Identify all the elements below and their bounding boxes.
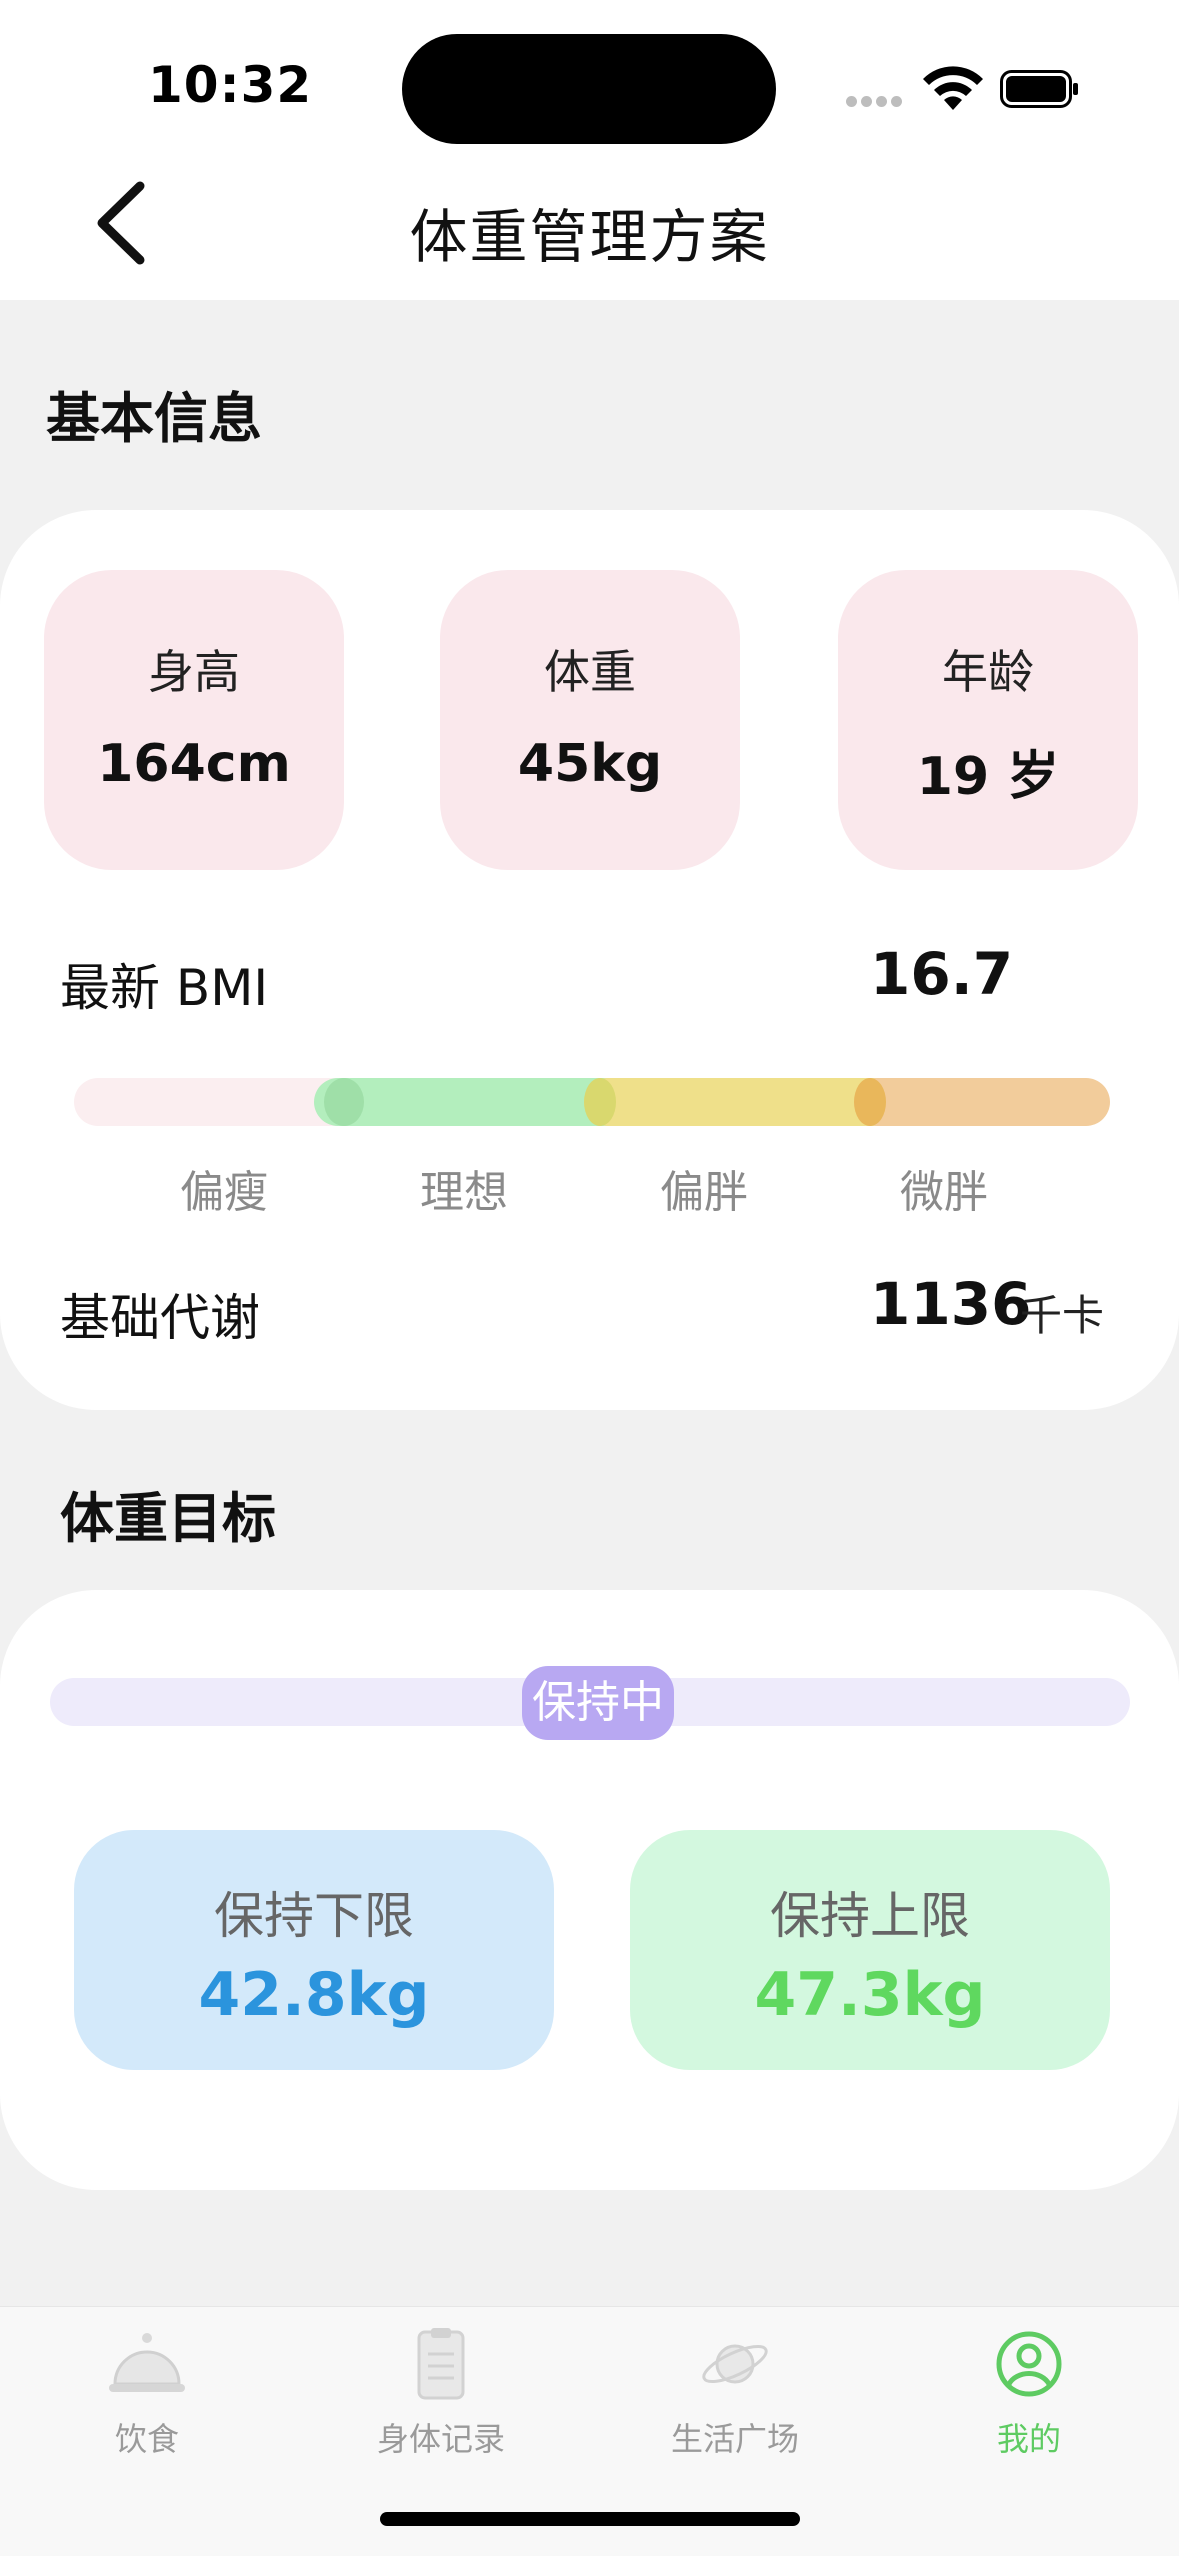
bmr-unit: 千卡 (1020, 1291, 1105, 1340)
bmi-category-ideal: 理想 (420, 1167, 508, 1218)
height-stat: 身高 164cm (44, 570, 344, 870)
basic-info-title: 基本信息 (46, 387, 262, 450)
user-icon (996, 2331, 1062, 2397)
upper-limit-card: 保持上限 47.3kg (630, 1830, 1110, 2070)
upper-limit-label: 保持上限 (770, 1887, 970, 1945)
bmi-segment-obese (854, 1078, 1110, 1126)
upper-limit-value: 47.3kg (754, 1960, 986, 2030)
dynamic-island (402, 34, 776, 144)
bmr-label: 基础代谢 (60, 1289, 260, 1347)
weight-label: 体重 (544, 645, 636, 699)
weight-value: 45kg (517, 734, 663, 794)
clipboard-icon (417, 2328, 465, 2400)
tab-body-records[interactable]: 身体记录 (294, 2320, 588, 2460)
tab-diet-label: 饮食 (114, 2420, 179, 2458)
tab-life-square[interactable]: 生活广场 (588, 2320, 882, 2460)
home-indicator (380, 2512, 800, 2526)
battery-icon (1000, 70, 1078, 108)
bmi-category-obese: 微胖 (900, 1167, 988, 1218)
tab-mine[interactable]: 我的 (882, 2320, 1176, 2460)
bmi-value: 16.7 (870, 940, 1014, 1008)
page-title: 体重管理方案 (409, 203, 770, 271)
tab-body-records-label: 身体记录 (376, 2420, 505, 2458)
age-value: 19 岁 (916, 747, 1060, 807)
lower-limit-card: 保持下限 42.8kg (74, 1830, 554, 2070)
bmr-value: 1136 (870, 1270, 1032, 1338)
tab-life-square-label: 生活广场 (670, 2420, 799, 2458)
goal-status-badge: 保持中 (522, 1666, 674, 1740)
cloche-icon (109, 2333, 185, 2392)
planet-icon (702, 2344, 768, 2384)
lower-limit-label: 保持下限 (214, 1887, 414, 1945)
age-label: 年龄 (942, 645, 1034, 699)
wifi-icon (923, 66, 983, 110)
bmi-category-overweight: 偏胖 (660, 1167, 748, 1218)
weight-goal-title: 体重目标 (60, 1487, 276, 1550)
status-time: 10:32 (148, 56, 313, 114)
tab-diet[interactable]: 饮食 (0, 2320, 294, 2460)
weight-stat: 体重 45kg (440, 570, 740, 870)
height-label: 身高 (148, 645, 240, 699)
signal-icon (846, 92, 906, 111)
tab-mine-label: 我的 (996, 2420, 1061, 2458)
bmi-label: 最新 BMI (60, 959, 269, 1017)
lower-limit-value: 42.8kg (198, 1960, 430, 2030)
age-stat: 年龄 19 岁 (838, 570, 1138, 870)
bmi-scale-bar (74, 1078, 1110, 1126)
height-value: 164cm (97, 734, 291, 794)
bmi-category-underweight: 偏瘦 (180, 1167, 268, 1218)
